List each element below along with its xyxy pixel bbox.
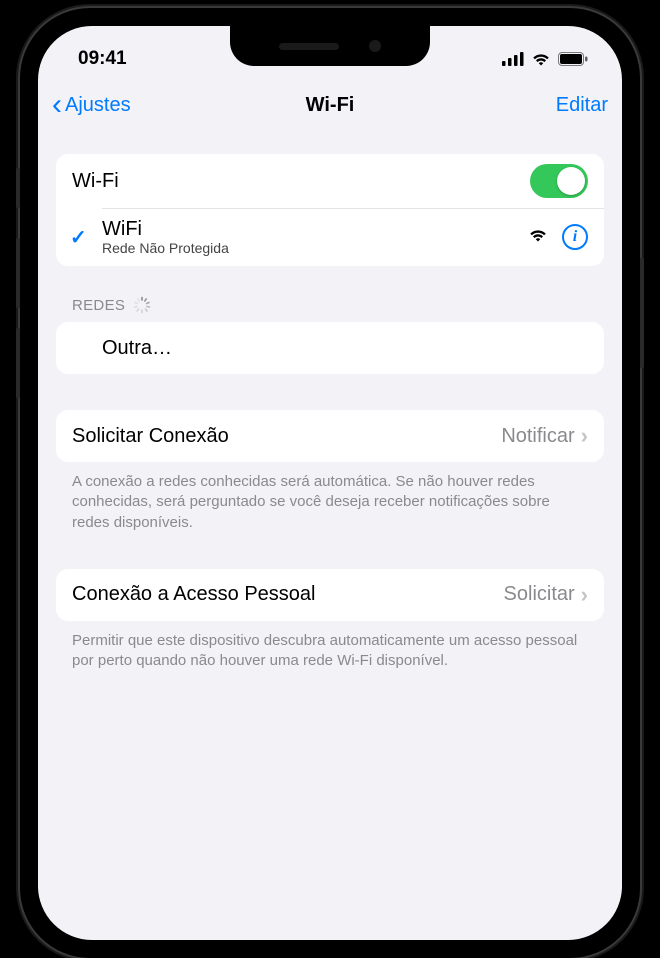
wifi-toggle-group: Wi-Fi ✓ WiFi Rede Não Protegida i xyxy=(56,154,604,266)
ask-to-join-footer: A conexão a redes conhecidas será automá… xyxy=(56,462,604,533)
other-network-row[interactable]: Outra… xyxy=(56,322,604,374)
wifi-signal-icon xyxy=(528,227,548,247)
power-button xyxy=(640,258,644,368)
loading-spinner-icon xyxy=(133,296,151,314)
screen: 09:41 ‹ Ajustes Wi-Fi Editar xyxy=(38,26,622,940)
phone-frame: 09:41 ‹ Ajustes Wi-Fi Editar xyxy=(20,8,640,958)
current-network-row[interactable]: ✓ WiFi Rede Não Protegida i xyxy=(56,208,604,266)
volume-down-button xyxy=(16,328,20,398)
hotspot-footer: Permitir que este dispositivo descubra a… xyxy=(56,621,604,672)
ask-to-join-row[interactable]: Solicitar Conexão Notificar › xyxy=(56,410,604,462)
networks-group: Outra… xyxy=(56,322,604,374)
wifi-toggle-label: Wi-Fi xyxy=(72,170,530,193)
status-indicators xyxy=(502,52,588,66)
battery-icon xyxy=(558,52,588,66)
mute-switch xyxy=(16,168,20,208)
chevron-right-icon: › xyxy=(581,423,588,449)
wifi-toggle-switch[interactable] xyxy=(530,164,588,198)
cellular-signal-icon xyxy=(502,52,524,66)
hotspot-label: Conexão a Acesso Pessoal xyxy=(72,583,504,606)
chevron-left-icon: ‹ xyxy=(52,96,62,114)
current-network-subtitle: Rede Não Protegida xyxy=(102,240,528,256)
page-title: Wi-Fi xyxy=(306,94,355,117)
wifi-toggle-row: Wi-Fi xyxy=(56,154,604,208)
front-camera xyxy=(369,40,381,52)
speaker xyxy=(279,43,339,50)
networks-section-header: REDES xyxy=(56,296,604,322)
chevron-right-icon: › xyxy=(581,582,588,608)
networks-header-label: REDES xyxy=(72,297,125,314)
wifi-icon xyxy=(531,52,551,66)
hotspot-row[interactable]: Conexão a Acesso Pessoal Solicitar › xyxy=(56,569,604,621)
volume-up-button xyxy=(16,238,20,308)
hotspot-group: Conexão a Acesso Pessoal Solicitar › xyxy=(56,569,604,621)
ask-to-join-value: Notificar xyxy=(501,425,574,448)
navigation-bar: ‹ Ajustes Wi-Fi Editar xyxy=(38,80,622,130)
content: Wi-Fi ✓ WiFi Rede Não Protegida i xyxy=(38,154,622,671)
ask-to-join-label: Solicitar Conexão xyxy=(72,425,501,448)
back-label: Ajustes xyxy=(65,94,131,117)
status-time: 09:41 xyxy=(78,48,127,70)
checkmark-icon: ✓ xyxy=(70,225,87,250)
back-button[interactable]: ‹ Ajustes xyxy=(52,94,131,117)
edit-button[interactable]: Editar xyxy=(556,94,608,117)
info-icon[interactable]: i xyxy=(562,224,588,250)
current-network-name: WiFi xyxy=(102,218,528,240)
ask-to-join-group: Solicitar Conexão Notificar › xyxy=(56,410,604,462)
notch xyxy=(230,26,430,66)
other-network-label: Outra… xyxy=(102,337,588,360)
hotspot-value: Solicitar xyxy=(504,583,575,606)
